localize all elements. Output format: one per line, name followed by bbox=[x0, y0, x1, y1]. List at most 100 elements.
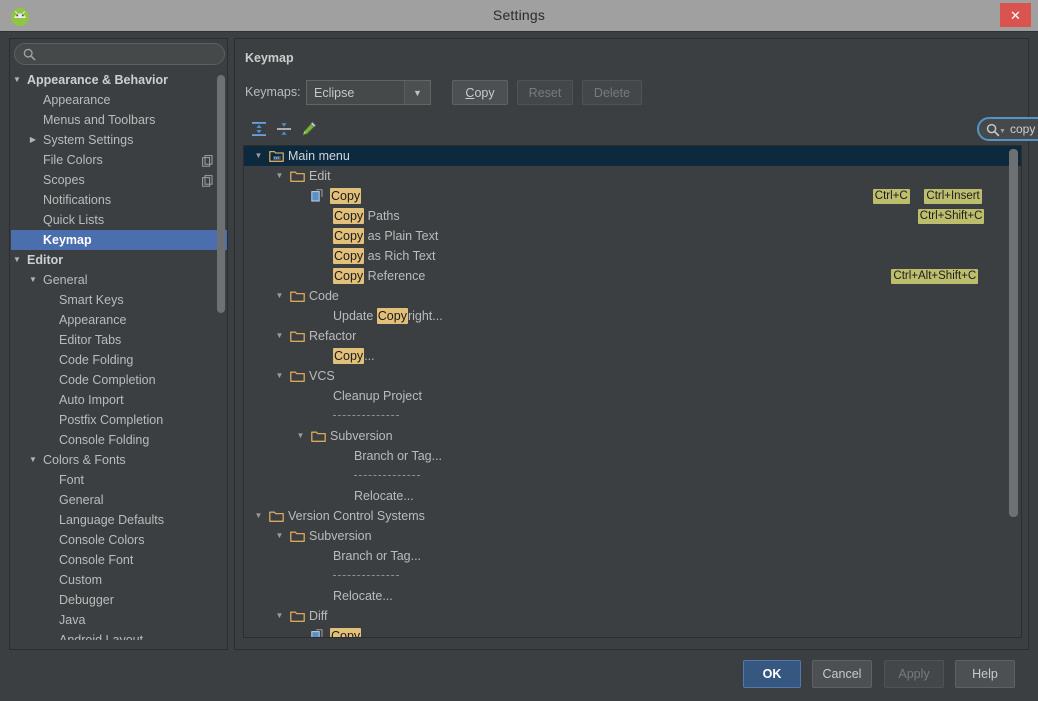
sidebar-item-keymap[interactable]: Keymap bbox=[11, 230, 227, 250]
sidebar-item-file-colors[interactable]: File Colors bbox=[11, 150, 227, 170]
keymap-tree-row[interactable]: ▼ Subversion bbox=[244, 426, 1021, 446]
sidebar-item-label: Java bbox=[59, 613, 86, 627]
ok-button[interactable]: OK bbox=[743, 660, 801, 688]
keymap-action-label: Subversion bbox=[309, 529, 372, 543]
menu-folder-icon bbox=[269, 149, 284, 163]
menu-separator bbox=[333, 415, 399, 416]
settings-category-tree[interactable]: ▼ Appearance & Behavior Appearance Menus an… bbox=[11, 70, 227, 648]
chevron-down-icon[interactable]: ▼ bbox=[27, 450, 39, 470]
collapse-all-icon[interactable] bbox=[274, 119, 294, 139]
apply-button[interactable]: Apply bbox=[884, 660, 944, 688]
sidebar-item-custom[interactable]: Custom bbox=[11, 570, 227, 590]
sidebar-item-console-font[interactable]: Console Font bbox=[11, 550, 227, 570]
chevron-down-icon[interactable]: ▼ bbox=[999, 128, 1006, 135]
folder-icon bbox=[290, 289, 305, 303]
sidebar-item-appearance[interactable]: Appearance bbox=[11, 310, 227, 330]
dialog-body: ▼ Appearance & Behavior Appearance Menus an… bbox=[0, 31, 1038, 701]
keymap-tree-row[interactable]: Copy Ctrl+Insert Ctrl+C bbox=[244, 186, 1021, 206]
sidebar-search-box[interactable] bbox=[14, 43, 225, 65]
sidebar-item-console-colors[interactable]: Console Colors bbox=[11, 530, 227, 550]
keymap-tree-row[interactable]: Copy as Plain Text bbox=[244, 226, 1021, 246]
keymap-tree-row[interactable]: Relocate... bbox=[244, 586, 1021, 606]
keymap-tree-row[interactable]: Copy Reference Ctrl+Alt+Shift+C bbox=[244, 266, 1021, 286]
keymap-action-label: Copy bbox=[330, 626, 362, 637]
keymap-tree-row[interactable]: Update Copyright... bbox=[244, 306, 1021, 326]
sidebar-item-code-completion[interactable]: Code Completion bbox=[11, 370, 227, 390]
keymap-tree-row[interactable]: Branch or Tag... bbox=[244, 546, 1021, 566]
keymap-tree-row[interactable]: ▼ Diff bbox=[244, 606, 1021, 626]
keymap-tree-row[interactable]: ▼ Main menu bbox=[244, 146, 1021, 166]
reset-keymap-button[interactable]: Reset bbox=[517, 80, 573, 105]
shortcut-search-input[interactable] bbox=[1008, 121, 1038, 137]
sidebar-item-menus-and-toolbars[interactable]: Menus and Toolbars bbox=[11, 110, 227, 130]
keymap-tree-row[interactable]: ▼ Subversion bbox=[244, 526, 1021, 546]
keymap-tree-row[interactable]: ▼ Code bbox=[244, 286, 1021, 306]
sidebar-item-general[interactable]: General bbox=[11, 490, 227, 510]
keymap-tree-row[interactable]: Cleanup Project bbox=[244, 386, 1021, 406]
sidebar-item-colors-fonts[interactable]: ▼ Colors & Fonts bbox=[11, 450, 227, 470]
sidebar-item-console-folding[interactable]: Console Folding bbox=[11, 430, 227, 450]
help-button[interactable]: Help bbox=[955, 660, 1015, 688]
chevron-down-icon[interactable]: ▼ bbox=[11, 250, 23, 270]
keymap-tree-row[interactable]: ▼ Refactor bbox=[244, 326, 1021, 346]
search-input[interactable] bbox=[41, 46, 219, 63]
cancel-button[interactable]: Cancel bbox=[812, 660, 872, 688]
delete-keymap-button[interactable]: Delete bbox=[582, 80, 642, 105]
sidebar-item-debugger[interactable]: Debugger bbox=[11, 590, 227, 610]
keymap-select[interactable]: Eclipse ▼ bbox=[306, 80, 431, 105]
chevron-down-icon[interactable]: ▼ bbox=[252, 146, 265, 166]
sidebar-item-editor[interactable]: ▼ Editor bbox=[11, 250, 227, 270]
keymap-action-label: VCS bbox=[309, 369, 335, 383]
close-button[interactable]: ✕ bbox=[1000, 3, 1031, 27]
chevron-down-icon[interactable]: ▼ bbox=[273, 286, 286, 306]
sidebar-item-postfix-completion[interactable]: Postfix Completion bbox=[11, 410, 227, 430]
keymap-tree-row[interactable]: Copy bbox=[244, 626, 1021, 637]
keymap-tree-row[interactable]: Copy... bbox=[244, 346, 1021, 366]
sidebar-item-auto-import[interactable]: Auto Import bbox=[11, 390, 227, 410]
chevron-down-icon[interactable]: ▼ bbox=[273, 606, 286, 626]
chevron-down-icon[interactable]: ▼ bbox=[252, 506, 265, 526]
keymap-tree-row[interactable]: Relocate... bbox=[244, 486, 1021, 506]
sidebar-item-scopes[interactable]: Scopes bbox=[11, 170, 227, 190]
keymap-tree-row[interactable]: ▼ Edit bbox=[244, 166, 1021, 186]
chevron-down-icon[interactable]: ▼ bbox=[294, 426, 307, 446]
chevron-down-icon[interactable]: ▼ bbox=[11, 70, 23, 90]
sidebar-item-font[interactable]: Font bbox=[11, 470, 227, 490]
keymap-tree-row[interactable]: Copy Paths Ctrl+Shift+C bbox=[244, 206, 1021, 226]
keymap-action-label: Main menu bbox=[288, 149, 350, 163]
chevron-down-icon[interactable]: ▼ bbox=[27, 270, 39, 290]
sidebar-item-code-folding[interactable]: Code Folding bbox=[11, 350, 227, 370]
keymap-tree-row[interactable]: Copy as Rich Text bbox=[244, 246, 1021, 266]
sidebar-item-system-settings[interactable]: ▶ System Settings bbox=[11, 130, 227, 150]
chevron-right-icon[interactable]: ▶ bbox=[27, 130, 39, 150]
sidebar-item-quick-lists[interactable]: Quick Lists bbox=[11, 210, 227, 230]
keymap-tree-scrollbar[interactable] bbox=[1009, 149, 1018, 517]
sidebar-item-label: Console Folding bbox=[59, 433, 150, 447]
keymap-tree-row[interactable]: Branch or Tag... bbox=[244, 446, 1021, 466]
sidebar-item-editor-tabs[interactable]: Editor Tabs bbox=[11, 330, 227, 350]
sidebar-item-language-defaults[interactable]: Language Defaults bbox=[11, 510, 227, 530]
sidebar-item-java[interactable]: Java bbox=[11, 610, 227, 630]
edit-pencil-icon[interactable] bbox=[299, 119, 319, 139]
chevron-down-icon[interactable]: ▼ bbox=[404, 81, 430, 104]
sidebar-scrollbar[interactable] bbox=[217, 75, 225, 313]
keymap-actions-tree[interactable]: ▼ Main menu ▼ Edit Copy Ctrl+Insert Ctrl+C Copy… bbox=[243, 145, 1022, 638]
sidebar-item-label: Smart Keys bbox=[59, 293, 124, 307]
keymap-tree-row[interactable]: ▼ VCS bbox=[244, 366, 1021, 386]
expand-all-icon[interactable] bbox=[249, 119, 269, 139]
chevron-down-icon[interactable]: ▼ bbox=[273, 526, 286, 546]
chevron-down-icon[interactable]: ▼ bbox=[273, 166, 286, 186]
chevron-down-icon[interactable]: ▼ bbox=[273, 366, 286, 386]
chevron-down-icon[interactable]: ▼ bbox=[273, 326, 286, 346]
keymap-tree-row[interactable]: ▼ Version Control Systems bbox=[244, 506, 1021, 526]
sidebar-item-appearance-behavior[interactable]: ▼ Appearance & Behavior bbox=[11, 70, 227, 90]
keymap-action-label: Copy bbox=[330, 188, 362, 204]
sidebar-item-appearance[interactable]: Appearance bbox=[11, 90, 227, 110]
sidebar-item-notifications[interactable]: Notifications bbox=[11, 190, 227, 210]
sidebar-item-smart-keys[interactable]: Smart Keys bbox=[11, 290, 227, 310]
sidebar-item-general[interactable]: ▼ General bbox=[11, 270, 227, 290]
copy-action-icon bbox=[311, 189, 326, 203]
copy-keymap-button[interactable]: Copy bbox=[452, 80, 508, 105]
shortcut-search-field[interactable]: ▼ bbox=[977, 117, 1038, 141]
folder-icon bbox=[311, 429, 326, 443]
